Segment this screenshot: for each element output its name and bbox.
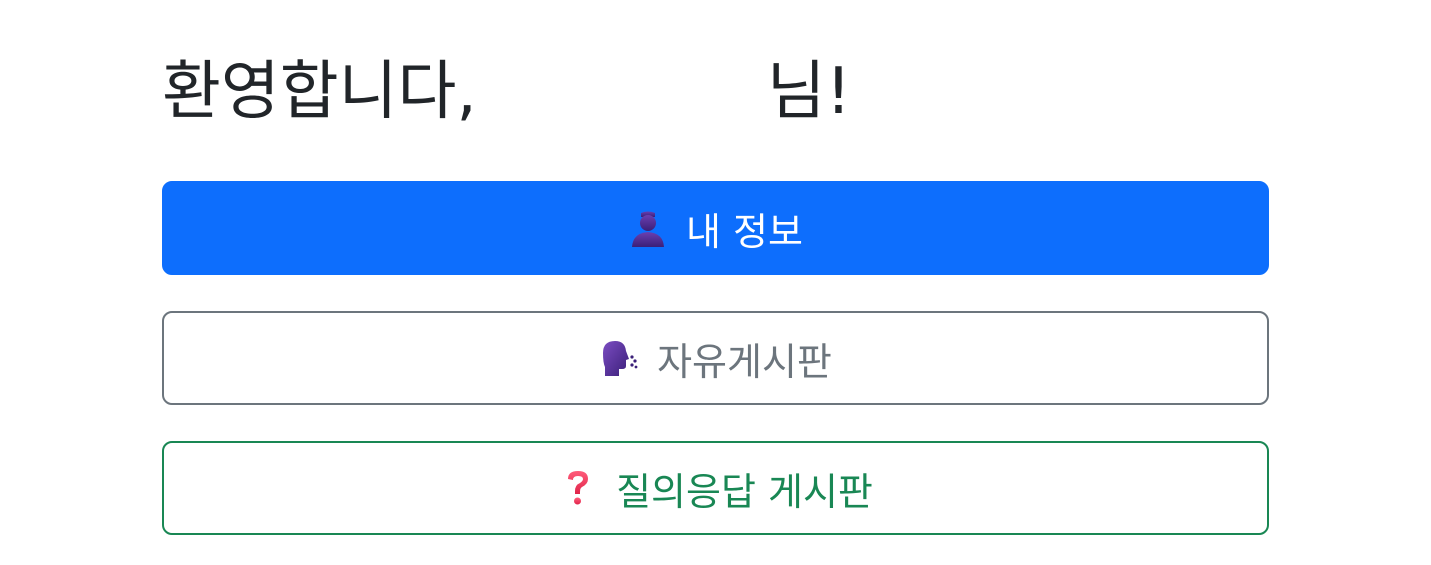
my-info-label: 내 정보 <box>686 209 803 254</box>
question-mark-icon <box>558 468 598 508</box>
speaking-head-icon <box>599 338 639 378</box>
free-board-button[interactable]: 자유게시판 <box>162 311 1269 405</box>
qna-board-button[interactable]: 질의응답 게시판 <box>162 441 1269 535</box>
welcome-prefix: 환영합니다, <box>162 55 477 129</box>
qna-board-label: 질의응답 게시판 <box>616 469 873 514</box>
free-board-label: 자유게시판 <box>657 339 832 384</box>
welcome-heading: 환영합니다, 님! <box>162 52 851 132</box>
my-info-button[interactable]: 내 정보 <box>162 181 1269 275</box>
person-silhouette-icon <box>628 208 668 248</box>
welcome-suffix: 님! <box>766 55 852 129</box>
